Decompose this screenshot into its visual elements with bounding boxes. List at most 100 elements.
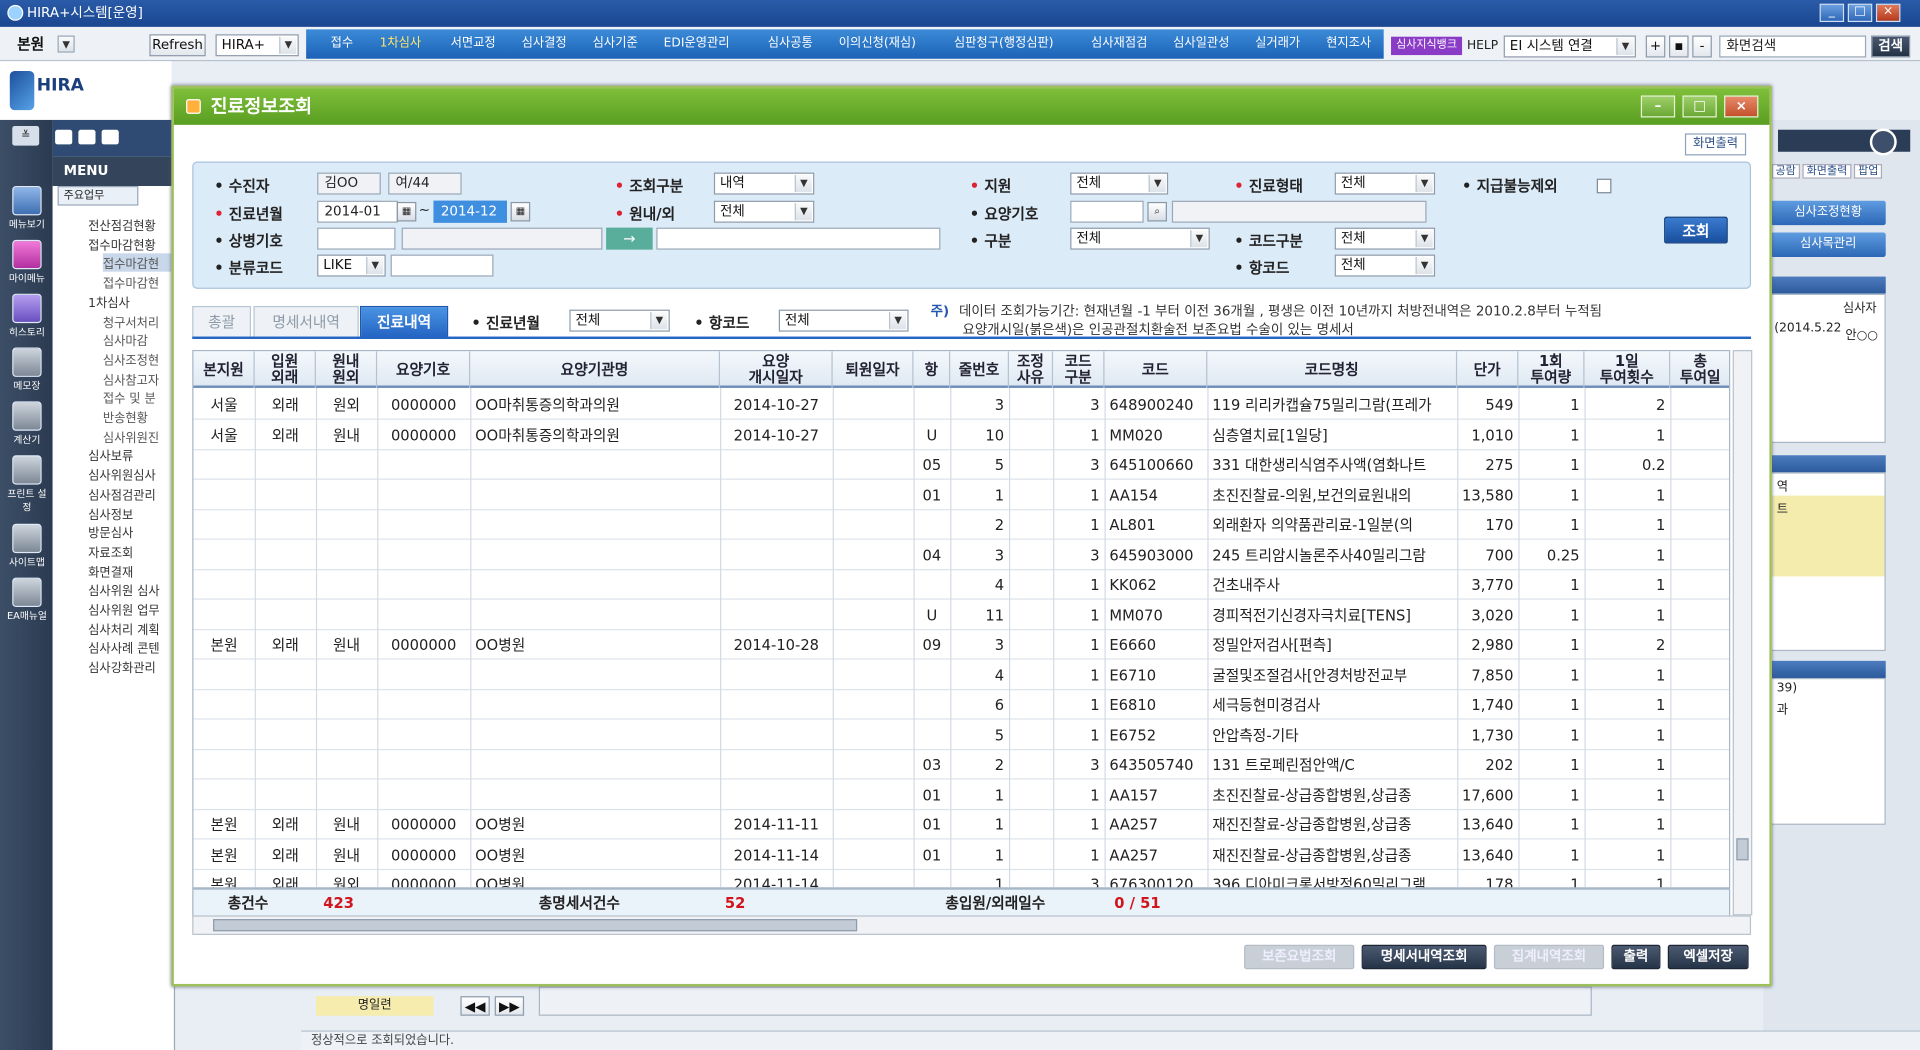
- nav-item[interactable]: 현지조사: [1326, 29, 1371, 58]
- prev-page-button[interactable]: ◀◀: [460, 996, 490, 1016]
- menu-item[interactable]: 반송현황: [103, 408, 172, 425]
- excel-save-button[interactable]: 엑셀저장: [1667, 944, 1749, 970]
- table-row[interactable]: 4 1 KK062 건초내주사 3,770 1 1: [193, 570, 1729, 600]
- nav-item[interactable]: EDI운영관리: [664, 29, 730, 58]
- code-division-select[interactable]: 전체 ▼: [1334, 227, 1436, 250]
- column-header[interactable]: 줄번호: [950, 351, 1009, 388]
- maximize-button[interactable]: □: [1847, 3, 1873, 23]
- calendar-icon[interactable]: ▦: [396, 201, 417, 222]
- menu-item[interactable]: 심사보류: [88, 446, 171, 464]
- nav-item[interactable]: 심판청구(행정심판): [954, 29, 1054, 58]
- menu-view-button[interactable]: 메뉴보기: [5, 186, 49, 231]
- disease-target-field[interactable]: [656, 227, 941, 250]
- nav-item[interactable]: 심사결정: [522, 29, 567, 58]
- dialog-maximize-button[interactable]: □: [1682, 95, 1717, 118]
- column-header[interactable]: 코드 구분: [1053, 351, 1105, 388]
- column-header[interactable]: 단가: [1457, 351, 1519, 388]
- treatment-type-select[interactable]: 전체 ▼: [1334, 172, 1436, 195]
- sitemap-button[interactable]: 사이트맵: [5, 523, 49, 569]
- home-icon[interactable]: [55, 129, 73, 145]
- menu-item[interactable]: 1차심사: [88, 292, 171, 310]
- column-header[interactable]: 코드명칭: [1207, 351, 1458, 388]
- disease-code-field[interactable]: [317, 227, 396, 250]
- table-row[interactable]: 03 2 3 643505740 131 트로페린점안액/C 202 1 1: [193, 750, 1729, 780]
- system-select[interactable]: HIRA+ ▼: [215, 34, 299, 57]
- collapse-icon[interactable]: ≚: [12, 126, 40, 146]
- horizontal-scrollbar[interactable]: [192, 915, 1752, 935]
- menu-item[interactable]: 심사위원진: [103, 427, 172, 445]
- menu-item[interactable]: 심사참고자: [103, 369, 172, 387]
- class-code-field[interactable]: [390, 254, 494, 277]
- nav-item[interactable]: 1차심사: [380, 29, 422, 58]
- column-header[interactable]: 퇴원일자: [833, 351, 914, 388]
- dialog-close-button[interactable]: ×: [1724, 95, 1759, 118]
- system-link-select[interactable]: EI 시스템 연결 ▼: [1503, 35, 1636, 58]
- menu-item[interactable]: 전산점검현황: [88, 215, 171, 233]
- review-list-button[interactable]: 심사목관리: [1770, 232, 1886, 257]
- table-row[interactable]: 05 5 3 645100660 331 대한생리식염주사액(염화나트 275 1 0.2: [193, 450, 1729, 480]
- menu-item[interactable]: 접수마감현: [102, 253, 172, 273]
- history-button[interactable]: 히스토리: [5, 293, 49, 339]
- division-select[interactable]: 전체 ▼: [1070, 227, 1210, 250]
- next-page-button[interactable]: ▶▶: [494, 996, 525, 1016]
- nav-item[interactable]: 심사일관성: [1173, 29, 1229, 58]
- menu-item[interactable]: 심사처리 계획: [88, 619, 171, 637]
- menu-item[interactable]: 심사점검관리: [88, 484, 171, 502]
- close-button[interactable]: ×: [1875, 3, 1901, 23]
- tab-statement[interactable]: 명세서내역: [253, 305, 359, 338]
- period-to-field[interactable]: 2014-12: [433, 200, 507, 223]
- table-row[interactable]: 2 1 AL801 외래환자 의약품관리료-1일분(의 170 1 1: [193, 510, 1729, 540]
- column-header[interactable]: 코드: [1104, 351, 1208, 388]
- inquiry-select[interactable]: 내역 ▼: [713, 172, 815, 195]
- menu-item[interactable]: 자료조회: [88, 542, 171, 560]
- menu-item[interactable]: 심사위원 업무: [88, 600, 171, 618]
- scroll-thumb[interactable]: [213, 919, 858, 932]
- site-select[interactable]: 본원 ▼: [12, 34, 76, 56]
- column-header[interactable]: 항: [913, 351, 951, 388]
- screen-print-link[interactable]: 화면출력: [1802, 163, 1851, 179]
- table-row[interactable]: 5 1 E6752 안압측정-기타 1,730 1 1: [193, 720, 1729, 750]
- dialog-minimize-button[interactable]: –: [1640, 95, 1676, 118]
- zoom-out-button[interactable]: -: [1692, 35, 1712, 58]
- institution-code-field[interactable]: [1070, 200, 1144, 223]
- ea-manual-button[interactable]: EA매뉴얼: [5, 577, 49, 623]
- exclude-checkbox[interactable]: [1596, 178, 1612, 194]
- tab-treatment[interactable]: 진료내역: [360, 305, 449, 338]
- nav-item[interactable]: 심사재점검: [1091, 29, 1147, 58]
- nav-item[interactable]: 서면교정: [451, 29, 496, 58]
- zoom-in-button[interactable]: +: [1645, 35, 1666, 58]
- tab-item-select[interactable]: 전체 ▼: [778, 309, 909, 332]
- tab-period-select[interactable]: 전체 ▼: [569, 309, 670, 332]
- statement-detail-button[interactable]: 명세서내역조회: [1361, 944, 1487, 970]
- arrow-button[interactable]: →: [606, 227, 653, 250]
- calendar-icon[interactable]: ▦: [510, 201, 531, 222]
- table-row[interactable]: 본원 외래 원내 0000000 OO병원 2014-11-14 01 1 1 AA257 재진진찰…: [193, 840, 1729, 870]
- calculator-button[interactable]: 계산기: [5, 401, 49, 446]
- menu-item[interactable]: 심사조정현: [103, 350, 172, 368]
- screen-print-button[interactable]: 화면출력: [1684, 133, 1747, 156]
- magnifier-icon[interactable]: ⌕: [1147, 201, 1167, 222]
- table-row[interactable]: U 11 1 MM070 경피적전기신경자극치료[TENS] 3,020 1 1: [193, 600, 1729, 630]
- refresh-button[interactable]: Refresh: [149, 34, 206, 57]
- nav-item[interactable]: 실거래가: [1255, 29, 1300, 58]
- aggregate-detail-button[interactable]: 집계내역조회: [1493, 944, 1605, 970]
- search-button[interactable]: 조회: [1664, 216, 1728, 244]
- table-row[interactable]: 04 3 3 645903000 245 트리암시놀론주사40밀리그람 700 0.25 1: [193, 540, 1729, 570]
- menu-item[interactable]: 방문심사: [88, 523, 171, 541]
- menu-item[interactable]: 접수마감현: [103, 273, 172, 291]
- table-row[interactable]: 4 1 E6710 굴절및조절검사[안경처방전교부 7,850 1 1: [193, 660, 1729, 690]
- patient-name-field[interactable]: 김OO: [317, 172, 381, 195]
- column-header[interactable]: 요양 개시일자: [720, 351, 833, 388]
- tab-summary[interactable]: 총괄: [192, 305, 252, 338]
- column-header[interactable]: 요양기호: [377, 351, 471, 388]
- table-row[interactable]: 01 1 1 AA154 초진진찰료-의원,보건의료원내의 13,580 1 1: [193, 480, 1729, 510]
- screen-search-input[interactable]: 화면검색: [1719, 35, 1867, 58]
- zoom-reset-button[interactable]: ▪: [1668, 35, 1689, 58]
- patient-info-field[interactable]: 여/44: [388, 172, 462, 195]
- menu-item[interactable]: 심사위원심사: [88, 465, 171, 483]
- column-header[interactable]: 입원 외래: [255, 351, 316, 388]
- inout-select[interactable]: 전체 ▼: [713, 200, 815, 223]
- item-code-select[interactable]: 전체 ▼: [1334, 254, 1436, 277]
- memo-button[interactable]: 메모장: [5, 347, 49, 393]
- column-header[interactable]: 1회 투여량: [1518, 351, 1585, 388]
